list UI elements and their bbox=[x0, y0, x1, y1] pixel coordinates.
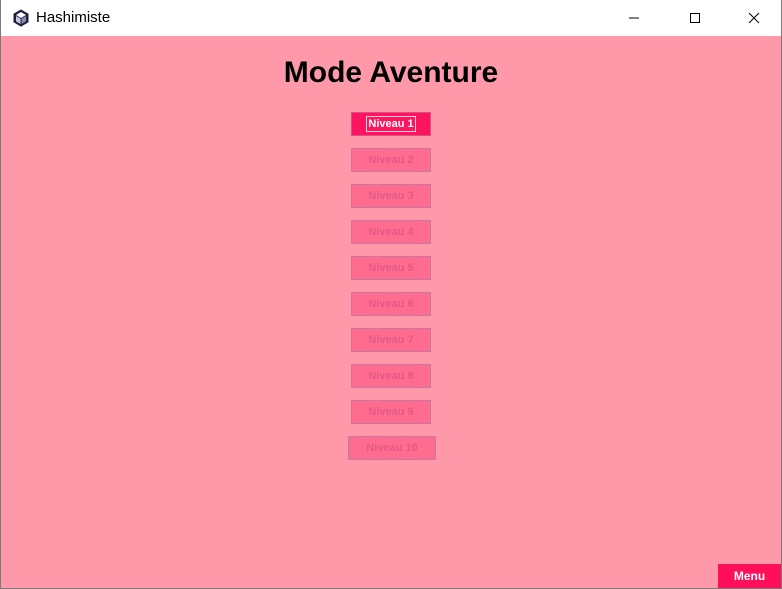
maximize-icon bbox=[690, 13, 700, 23]
level-2-label: Niveau 2 bbox=[368, 154, 414, 166]
main-content: Mode Aventure Niveau 1 Niveau 2 Niveau 3… bbox=[1, 36, 781, 588]
level-5-label: Niveau 5 bbox=[368, 262, 414, 274]
minimize-button[interactable] bbox=[611, 0, 657, 36]
level-7-button[interactable]: Niveau 7 bbox=[351, 328, 431, 352]
level-6-button[interactable]: Niveau 6 bbox=[351, 292, 431, 316]
menu-button-label: Menu bbox=[733, 569, 766, 583]
level-4-label: Niveau 4 bbox=[368, 226, 414, 238]
page-title: Mode Aventure bbox=[283, 56, 499, 89]
window-title: Hashimiste bbox=[36, 9, 111, 26]
level-10-label: Niveau 10 bbox=[366, 442, 418, 454]
level-3-label: Niveau 3 bbox=[368, 190, 414, 202]
level-8-label: Niveau 8 bbox=[368, 370, 414, 382]
level-9-label: Niveau 9 bbox=[368, 406, 414, 418]
level-1-button[interactable]: Niveau 1 bbox=[351, 112, 431, 136]
level-4-button[interactable]: Niveau 4 bbox=[351, 220, 431, 244]
level-9-button[interactable]: Niveau 9 bbox=[351, 400, 431, 424]
level-10-button[interactable]: Niveau 10 bbox=[348, 436, 436, 460]
maximize-button[interactable] bbox=[672, 0, 718, 36]
hashi-cube-icon bbox=[13, 9, 29, 27]
level-6-label: Niveau 6 bbox=[368, 298, 414, 310]
level-2-button[interactable]: Niveau 2 bbox=[351, 148, 431, 172]
app-window: Hashimiste Mode Aventure Niveau 1 Niveau… bbox=[0, 0, 782, 589]
level-5-button[interactable]: Niveau 5 bbox=[351, 256, 431, 280]
level-8-button[interactable]: Niveau 8 bbox=[351, 364, 431, 388]
title-bar: Hashimiste bbox=[1, 0, 781, 36]
minimize-icon bbox=[629, 17, 639, 19]
level-7-label: Niveau 7 bbox=[368, 334, 414, 346]
close-icon bbox=[748, 12, 760, 24]
level-1-label: Niveau 1 bbox=[366, 116, 416, 132]
close-button[interactable] bbox=[731, 0, 777, 36]
menu-button[interactable]: Menu bbox=[718, 564, 781, 588]
level-3-button[interactable]: Niveau 3 bbox=[351, 184, 431, 208]
